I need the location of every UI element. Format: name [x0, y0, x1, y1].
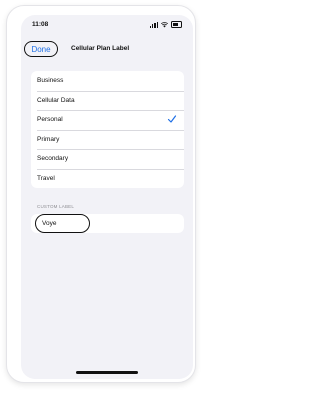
status-bar: 11:08: [21, 15, 193, 33]
label-option-text: Travel: [37, 174, 55, 182]
home-indicator[interactable]: [76, 371, 138, 374]
status-time: 11:08: [32, 21, 49, 28]
custom-label-card: Voye: [31, 214, 184, 233]
wifi-icon: [161, 21, 168, 27]
status-icons: [149, 21, 182, 28]
label-option-text: Business: [37, 77, 64, 85]
custom-label-header: CUSTOM LABEL: [37, 204, 75, 209]
label-option-business[interactable]: Business: [31, 71, 184, 91]
label-option-text: Primary: [37, 135, 60, 143]
phone-frame: 11:08 Done Cellular Plan Label Business: [6, 5, 196, 383]
label-option-text: Personal: [37, 116, 63, 124]
checkmark-icon: [167, 115, 177, 123]
done-button[interactable]: Done: [24, 41, 58, 57]
label-option-secondary[interactable]: Secondary: [31, 149, 184, 169]
label-option-text: Secondary: [37, 155, 69, 163]
page-title: Cellular Plan Label: [71, 45, 130, 52]
signal-icon: [149, 21, 158, 28]
label-option-primary[interactable]: Primary: [31, 129, 184, 150]
screen: 11:08 Done Cellular Plan Label Business: [21, 15, 193, 379]
nav-bar: Done Cellular Plan Label: [21, 41, 193, 59]
label-options-list: Business Cellular Data Personal Primary …: [31, 71, 184, 188]
label-option-cellular-data[interactable]: Cellular Data: [31, 90, 184, 111]
label-option-personal[interactable]: Personal: [31, 110, 184, 130]
label-option-travel[interactable]: Travel: [31, 168, 184, 189]
label-option-text: Cellular Data: [37, 96, 75, 104]
custom-label-field[interactable]: Voye: [35, 214, 90, 233]
battery-icon: [171, 21, 182, 28]
